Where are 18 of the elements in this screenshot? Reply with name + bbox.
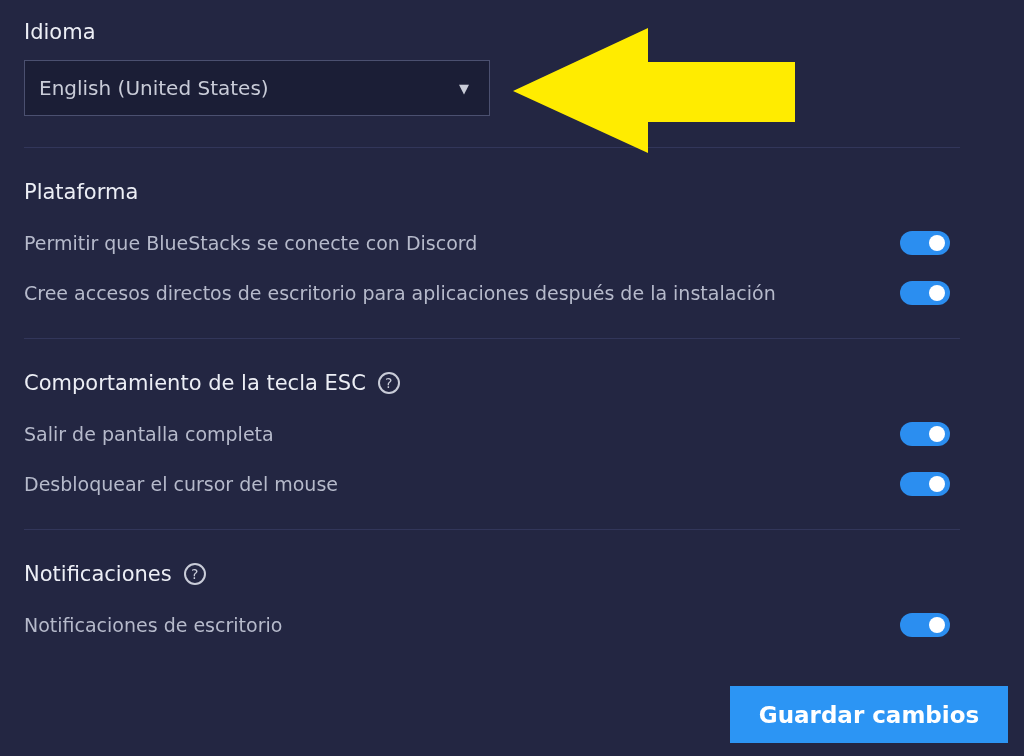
toggle-switch[interactable] xyxy=(900,281,950,305)
option-label: Salir de pantalla completa xyxy=(24,423,274,445)
section-title: Comportamiento de la tecla ESC xyxy=(24,370,366,397)
language-dropdown[interactable]: English (United States) ▼ xyxy=(24,60,490,116)
toggle-switch[interactable] xyxy=(900,422,950,446)
help-icon[interactable]: ? xyxy=(377,372,400,394)
arrow-icon xyxy=(513,28,795,153)
help-icon[interactable]: ? xyxy=(183,563,206,585)
option-label: Permitir que BlueStacks se conecte con Discord xyxy=(24,232,478,254)
toggle-switch[interactable] xyxy=(900,613,950,637)
toggle-switch[interactable] xyxy=(900,231,950,255)
toggle-switch[interactable] xyxy=(900,472,950,496)
language-label: Idioma xyxy=(24,19,96,46)
option-label: Cree accesos directos de escritorio para aplicaciones después de la instalación xyxy=(24,282,776,304)
option-label: Notificaciones de escritorio xyxy=(24,614,283,636)
section-title: Plataforma xyxy=(24,179,139,206)
section-title: Notificaciones xyxy=(24,561,172,588)
option-label: Desbloquear el cursor del mouse xyxy=(24,473,338,495)
